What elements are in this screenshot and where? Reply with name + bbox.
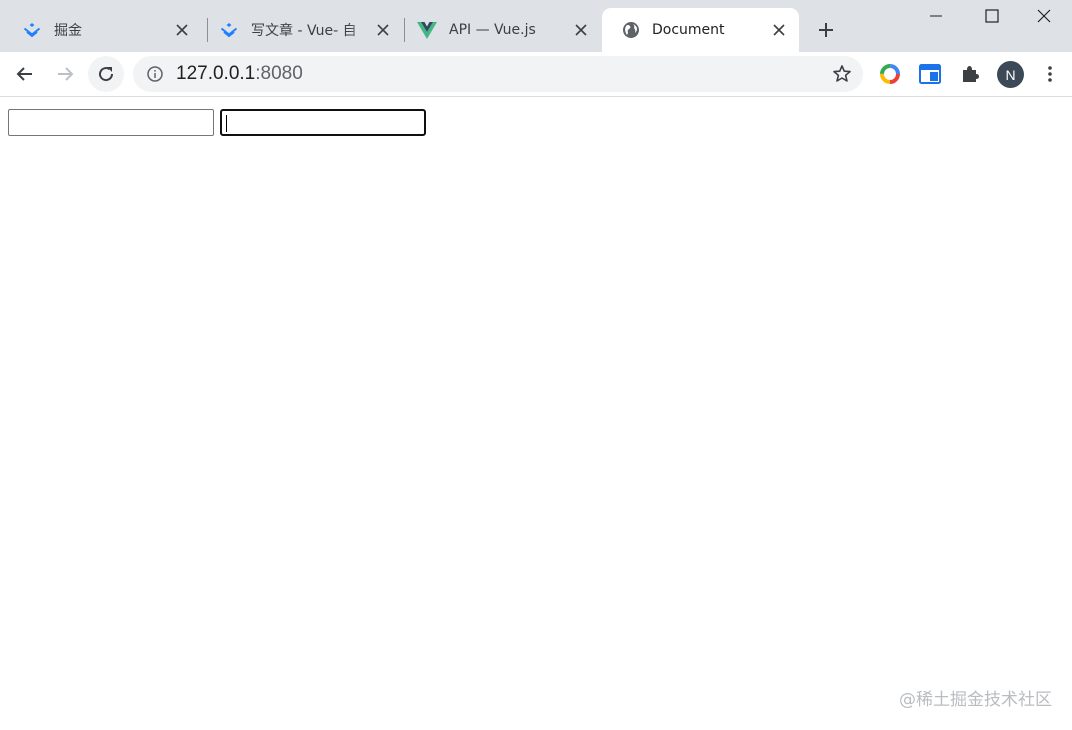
browser-titlebar: 掘金 写文章 - Vue- 自 API — Vue.js Document [0,0,1072,52]
juejin-icon [22,22,42,38]
colorful-ring-extension-icon[interactable] [876,60,904,88]
back-button[interactable] [7,56,43,92]
tab-title: 写文章 - Vue- 自 [251,23,357,39]
url-text: 127.0.0.1:8080 [176,63,303,85]
tab-title: 掘金 [54,23,82,39]
url-port: :8080 [255,63,303,84]
forward-button[interactable] [47,56,83,92]
tab-title: API — Vue.js [449,22,536,38]
extensions-puzzle-icon[interactable] [956,60,984,88]
text-cursor [226,115,227,132]
tab-title: Document [652,22,725,38]
close-icon [1037,9,1051,23]
profile-avatar[interactable]: N [997,61,1024,88]
arrow-right-icon [58,67,74,81]
menu-kebab-icon[interactable] [1036,60,1064,88]
maximize-button[interactable] [964,0,1020,32]
bookmark-star-icon[interactable] [831,63,853,85]
maximize-icon [985,9,999,23]
plus-icon [819,23,833,37]
address-bar[interactable]: 127.0.0.1:8080 [133,56,863,92]
globe-icon [622,21,640,39]
tab-vue-api[interactable]: API — Vue.js [397,8,601,52]
text-input-2[interactable] [220,109,426,136]
watermark-text: @稀土掘金技术社区 [899,690,1052,710]
tab-write-article[interactable]: 写文章 - Vue- 自 [199,8,403,52]
reload-icon [99,67,114,82]
close-icon[interactable] [769,20,789,40]
close-icon[interactable] [571,20,591,40]
window-extension-icon[interactable] [916,60,944,88]
close-icon[interactable] [172,20,192,40]
close-icon[interactable] [373,20,393,40]
arrow-left-icon [16,67,32,81]
tab-document[interactable]: Document [602,8,799,52]
text-input-1[interactable] [8,109,214,136]
info-icon[interactable] [145,64,165,84]
browser-toolbar: 127.0.0.1:8080 N [0,52,1072,97]
reload-button[interactable] [88,56,124,92]
minimize-icon [930,15,942,17]
minimize-button[interactable] [908,0,964,32]
tab-juejin[interactable]: 掘金 [2,8,202,52]
juejin-icon [219,22,239,38]
new-tab-button[interactable] [812,16,840,44]
close-window-button[interactable] [1016,0,1072,32]
vue-icon [417,21,437,39]
page-content: @稀土掘金技术社区 [0,97,1072,730]
url-host: 127.0.0.1 [176,63,256,84]
